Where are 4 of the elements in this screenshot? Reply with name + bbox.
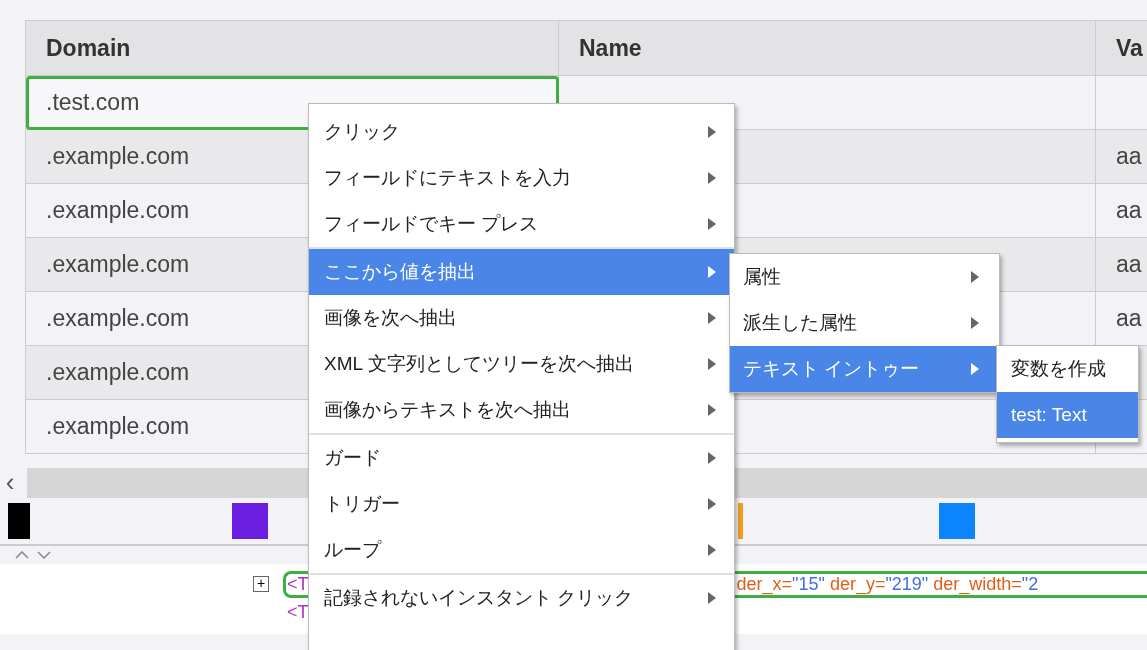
table-cell: aa bbox=[1095, 183, 1147, 238]
table-cell: aa bbox=[1095, 237, 1147, 292]
table-cell: aa bbox=[1095, 291, 1147, 346]
table-cell: aa bbox=[1095, 129, 1147, 184]
